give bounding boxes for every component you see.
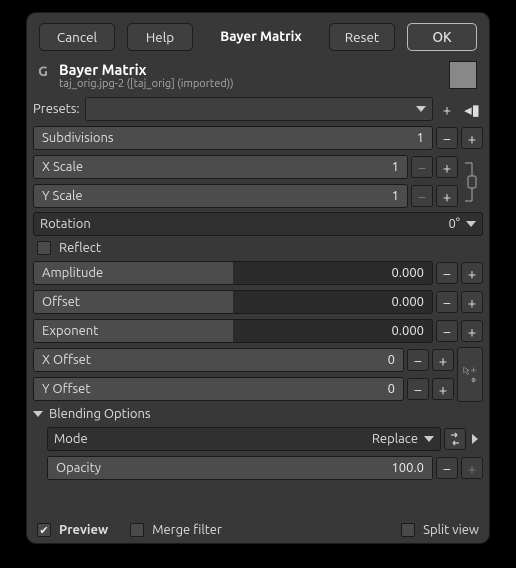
- checkbox-icon: [37, 523, 51, 537]
- subdivisions-label: Subdivisions: [42, 131, 114, 145]
- blend-mode-label: Mode: [54, 432, 88, 446]
- presets-dropdown[interactable]: [85, 97, 433, 121]
- subdivisions-decr-button[interactable]: −: [436, 127, 458, 149]
- rotation-label: Rotation: [40, 217, 91, 231]
- preset-menu-button[interactable]: ◂▮: [461, 98, 483, 120]
- xoffset-decr-button[interactable]: −: [407, 349, 429, 371]
- blend-mode-swap-button[interactable]: [444, 428, 466, 450]
- yoffset-decr-button[interactable]: −: [407, 378, 429, 400]
- scale-link-toggle[interactable]: [461, 154, 483, 209]
- opacity-incr-button[interactable]: +: [461, 457, 483, 479]
- chevron-down-icon: [416, 106, 426, 112]
- opacity-value: 100.0: [391, 461, 424, 475]
- dialog-button-bar: Cancel Help Bayer Matrix Reset OK: [27, 13, 489, 59]
- yoffset-label: Y Offset: [42, 382, 90, 396]
- rotation-value: 0°: [448, 217, 460, 231]
- presets-label: Presets:: [33, 102, 82, 116]
- chevron-down-icon: [466, 221, 476, 227]
- yscale-incr-button[interactable]: +: [436, 185, 458, 207]
- offset-decr-button[interactable]: −: [436, 291, 458, 313]
- help-button[interactable]: Help: [127, 23, 193, 51]
- ok-button[interactable]: OK: [407, 23, 477, 51]
- xscale-label: X Scale: [42, 160, 83, 174]
- preview-checkbox[interactable]: Preview: [33, 521, 112, 539]
- bayer-matrix-dialog: Cancel Help Bayer Matrix Reset OK G Baye…: [26, 12, 490, 544]
- dialog-footer: Preview Merge filter Split view: [27, 515, 489, 543]
- exponent-incr-button[interactable]: +: [461, 320, 483, 342]
- opacity-slider[interactable]: Opacity 100.0: [47, 456, 433, 480]
- exponent-label: Exponent: [42, 324, 98, 338]
- exponent-slider[interactable]: Exponent 0.000: [33, 319, 433, 343]
- checkbox-icon: [130, 523, 144, 537]
- yoffset-incr-button[interactable]: +: [432, 378, 454, 400]
- rotation-dropdown[interactable]: Rotation 0°: [33, 212, 483, 236]
- yscale-label: Y Scale: [42, 189, 83, 203]
- exponent-value: 0.000: [391, 324, 424, 338]
- offset-incr-button[interactable]: +: [461, 291, 483, 313]
- xoffset-slider[interactable]: X Offset 0: [33, 348, 404, 372]
- opacity-label: Opacity: [56, 461, 101, 475]
- preset-add-button[interactable]: +: [436, 98, 458, 120]
- offset-label: Offset: [42, 295, 80, 309]
- amplitude-slider[interactable]: Amplitude 0.000: [33, 261, 433, 285]
- subdivisions-value: 1: [417, 131, 424, 145]
- opacity-decr-button[interactable]: −: [436, 457, 458, 479]
- checkbox-icon: [37, 241, 51, 255]
- blending-options-expander[interactable]: Blending Options: [33, 405, 483, 423]
- chevron-down-icon: [424, 436, 434, 442]
- yscale-slider[interactable]: Y Scale 1: [33, 184, 408, 208]
- split-view-checkbox[interactable]: Split view: [397, 521, 483, 539]
- yoffset-slider[interactable]: Y Offset 0: [33, 377, 404, 401]
- offset-value: 0.000: [391, 295, 424, 309]
- subdivisions-incr-button[interactable]: +: [461, 127, 483, 149]
- gimp-icon: G: [33, 63, 53, 83]
- yscale-value: 1: [392, 189, 399, 203]
- filter-name: Bayer Matrix: [59, 61, 443, 78]
- amplitude-incr-button[interactable]: +: [461, 262, 483, 284]
- offset-slider[interactable]: Offset 0.000: [33, 290, 433, 314]
- color-swatch[interactable]: [449, 61, 477, 89]
- chevron-right-icon: [472, 434, 478, 444]
- checkbox-icon: [401, 523, 415, 537]
- reflect-checkbox[interactable]: Reflect: [33, 239, 483, 257]
- blending-options-label: Blending Options: [49, 407, 151, 421]
- xoffset-incr-button[interactable]: +: [432, 349, 454, 371]
- blend-mode-menu-button[interactable]: [469, 428, 483, 450]
- yscale-decr-button[interactable]: −: [411, 185, 433, 207]
- amplitude-decr-button[interactable]: −: [436, 262, 458, 284]
- reset-button[interactable]: Reset: [329, 23, 395, 51]
- blend-mode-value: Replace: [372, 432, 418, 446]
- expander-down-icon: [33, 411, 43, 417]
- xscale-decr-button[interactable]: −: [411, 156, 433, 178]
- reflect-label: Reflect: [59, 241, 101, 255]
- subdivisions-slider[interactable]: Subdivisions 1: [33, 126, 433, 150]
- split-view-label: Split view: [423, 523, 479, 537]
- dialog-title: Bayer Matrix: [205, 23, 317, 51]
- exponent-decr-button[interactable]: −: [436, 320, 458, 342]
- amplitude-value: 0.000: [391, 266, 424, 280]
- merge-filter-label: Merge filter: [152, 523, 222, 537]
- target-image-label: taj_orig.jpg-2 ([taj_orig] (imported)): [59, 78, 443, 90]
- xoffset-value: 0: [388, 353, 395, 367]
- yoffset-value: 0: [388, 382, 395, 396]
- cancel-button[interactable]: Cancel: [39, 23, 115, 51]
- xoffset-label: X Offset: [42, 353, 91, 367]
- amplitude-label: Amplitude: [42, 266, 103, 280]
- xscale-value: 1: [392, 160, 399, 174]
- merge-filter-checkbox[interactable]: Merge filter: [126, 521, 226, 539]
- blend-mode-dropdown[interactable]: Mode Replace: [47, 427, 441, 451]
- dialog-header: G Bayer Matrix taj_orig.jpg-2 ([taj_orig…: [27, 59, 489, 96]
- offset-pick-button[interactable]: [457, 347, 483, 402]
- xscale-slider[interactable]: X Scale 1: [33, 155, 408, 179]
- preview-label: Preview: [59, 523, 108, 537]
- xscale-incr-button[interactable]: +: [436, 156, 458, 178]
